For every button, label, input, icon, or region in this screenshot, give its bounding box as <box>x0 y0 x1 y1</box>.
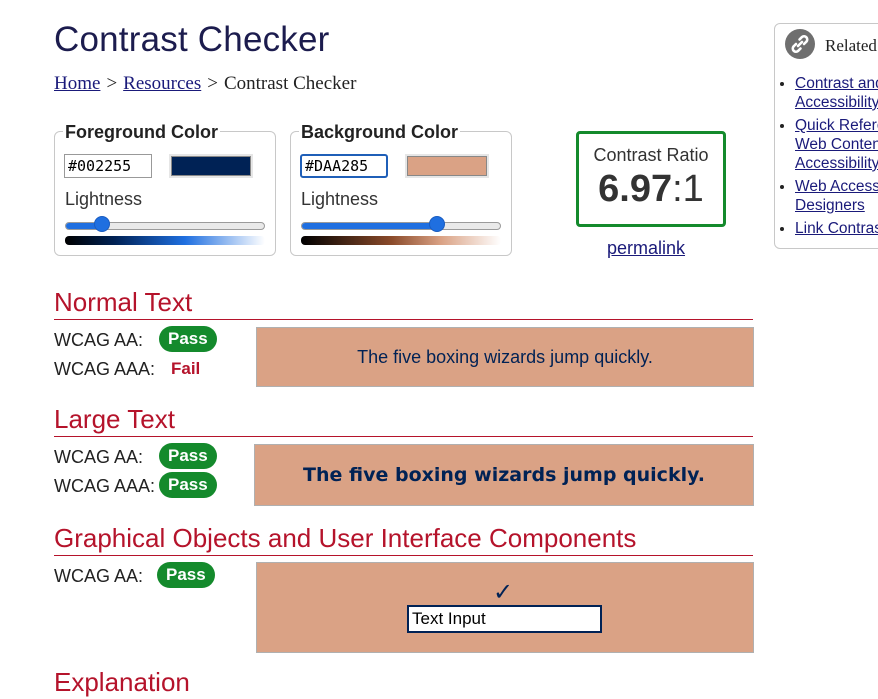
foreground-lightness-label: Lightness <box>65 189 143 209</box>
foreground-lightness-thumb[interactable] <box>93 216 110 232</box>
background-lightness-label: Lightness <box>301 189 379 209</box>
contrast-ratio-value: 6.97:1 <box>579 168 723 211</box>
related-link-quick-reference[interactable]: Quick Refere Web Conten Accessibility <box>795 117 878 172</box>
foreground-lightness-gradient <box>65 236 265 245</box>
related-link-web-accessibility-designers[interactable]: Web Access Designers <box>795 178 878 214</box>
related-links-list: Contrast and Accessibility Quick Refere … <box>775 74 878 242</box>
large-aa-label: WCAG AA: <box>54 447 144 467</box>
background-color-legend: Background Color <box>299 122 461 143</box>
explanation-heading: Explanation <box>54 667 190 697</box>
background-color-picker[interactable] <box>405 154 489 178</box>
breadcrumb-current: Contrast Checker <box>223 73 357 94</box>
page-title: Contrast Checker <box>54 20 330 59</box>
contrast-ratio-box: Contrast Ratio 6.97:1 <box>576 131 726 227</box>
breadcrumb-resources-link[interactable]: Resources <box>123 73 201 94</box>
normal-text-sample: The five boxing wizards jump quickly. <box>256 327 754 387</box>
background-lightness-slider[interactable] <box>301 222 501 230</box>
graphical-objects-heading: Graphical Objects and User Interface Com… <box>54 523 753 556</box>
breadcrumb-separator: > <box>207 73 218 94</box>
normal-text-heading: Normal Text <box>54 287 753 320</box>
normal-aaa-fail-badge: Fail <box>171 359 201 378</box>
background-lightness-fill <box>302 223 437 229</box>
graphical-aa-pass-badge: Pass <box>157 562 215 588</box>
background-hex-input[interactable] <box>300 154 388 178</box>
graphical-aa-label: WCAG AA: <box>54 566 144 586</box>
sample-text-input[interactable] <box>407 605 602 633</box>
foreground-color-legend: Foreground Color <box>63 122 220 143</box>
foreground-hex-input[interactable] <box>64 154 152 178</box>
breadcrumb: Home > Resources > Contrast Checker <box>54 73 356 95</box>
contrast-ratio-suffix: :1 <box>672 168 704 210</box>
foreground-color-picker[interactable] <box>169 154 253 178</box>
background-lightness-gradient <box>301 236 501 245</box>
contrast-ratio-label: Contrast Ratio <box>593 145 709 165</box>
related-link-contrast-accessibility[interactable]: Contrast and Accessibility <box>795 75 878 111</box>
related-title: Related <box>825 36 877 55</box>
list-item: Web Access Designers <box>795 177 878 215</box>
large-text-sample: The five boxing wizards jump quickly. <box>254 444 754 506</box>
contrast-ratio-number: 6.97 <box>598 168 673 210</box>
related-link-link-contrast[interactable]: Link Contras <box>795 220 878 237</box>
related-panel: Related Contrast and Accessibility Quick… <box>774 23 878 249</box>
background-color-panel: Background Color Lightness <box>290 122 512 256</box>
normal-aaa-label: WCAG AAA: <box>54 359 156 379</box>
large-aaa-label: WCAG AAA: <box>54 476 156 496</box>
large-aa-pass-badge: Pass <box>159 443 217 469</box>
list-item: Link Contras <box>795 219 878 238</box>
breadcrumb-home-link[interactable]: Home <box>54 73 100 94</box>
normal-aa-label: WCAG AA: <box>54 330 144 350</box>
large-aaa-pass-badge: Pass <box>159 472 217 498</box>
normal-aa-pass-badge: Pass <box>159 326 217 352</box>
checkmark-icon: ✓ <box>493 579 514 606</box>
large-text-heading: Large Text <box>54 404 753 437</box>
link-icon <box>785 29 815 59</box>
background-lightness-thumb[interactable] <box>428 216 445 232</box>
permalink-link[interactable]: permalink <box>607 238 685 259</box>
list-item: Contrast and Accessibility <box>795 74 878 112</box>
foreground-color-panel: Foreground Color Lightness <box>54 122 276 256</box>
breadcrumb-separator: > <box>106 73 118 94</box>
list-item: Quick Refere Web Conten Accessibility <box>795 116 878 173</box>
